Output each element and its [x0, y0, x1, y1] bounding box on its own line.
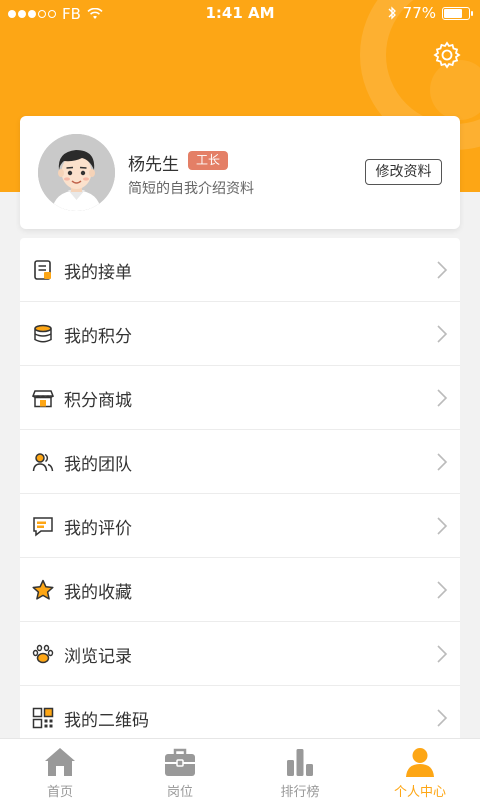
chevron-right-icon [437, 709, 448, 727]
user-name: 杨先生 [128, 155, 179, 175]
bluetooth-icon [388, 6, 396, 20]
battery-percent: 77% [402, 4, 436, 22]
menu-item-label: 我的积分 [64, 327, 132, 347]
chevron-right-icon [437, 453, 448, 471]
settings-button[interactable] [430, 38, 464, 72]
tab-bar: 首页 岗位 排行榜 个人中心 [0, 738, 480, 800]
chevron-right-icon [437, 261, 448, 279]
menu-item-label: 我的二维码 [64, 711, 149, 731]
avatar-illustration [38, 134, 115, 211]
menu-item-my-points[interactable]: 我的积分 [20, 302, 460, 366]
tab-jobs[interactable]: 岗位 [120, 739, 240, 800]
menu-item-label: 我的接单 [64, 263, 132, 283]
menu-item-browsing-history[interactable]: 浏览记录 [20, 622, 460, 686]
menu-item-label: 我的评价 [64, 519, 132, 539]
menu-item-label: 积分商城 [64, 391, 132, 411]
menu-item-my-reviews[interactable]: 我的评价 [20, 494, 460, 558]
menu-list: 我的接单 我的积分 积分商城 我的团队 我的评价 我的收藏 浏览记录 我的二维码 [20, 238, 460, 750]
home-icon [45, 748, 75, 776]
comment-icon [33, 517, 53, 537]
role-badge: 工长 [188, 151, 229, 170]
tab-label: 个人中心 [393, 785, 446, 800]
tab-label: 首页 [46, 785, 73, 800]
chevron-right-icon [437, 389, 448, 407]
status-bar: FB 1:41 AM 77% [0, 0, 480, 28]
bar-chart-icon [287, 749, 313, 776]
chevron-right-icon [437, 645, 448, 663]
store-icon [32, 390, 54, 408]
chevron-right-icon [437, 325, 448, 343]
order-icon [34, 260, 51, 280]
tab-label: 岗位 [166, 785, 193, 800]
tab-profile[interactable]: 个人中心 [360, 739, 480, 800]
user-icon [406, 748, 434, 777]
status-right: 77% [387, 4, 473, 22]
paw-icon [32, 644, 54, 664]
edit-profile-button[interactable]: 修改资料 [365, 159, 442, 185]
battery-icon [442, 6, 473, 20]
menu-item-label: 我的团队 [64, 455, 132, 475]
tab-home[interactable]: 首页 [0, 739, 120, 800]
menu-item-my-team[interactable]: 我的团队 [20, 430, 460, 494]
tab-label: 排行榜 [280, 785, 320, 800]
star-icon [32, 579, 54, 600]
briefcase-icon [165, 748, 195, 776]
coins-icon [34, 324, 52, 343]
chevron-right-icon [437, 581, 448, 599]
team-icon [32, 453, 54, 472]
user-bio: 简短的自我介绍资料 [128, 181, 254, 197]
menu-item-my-orders[interactable]: 我的接单 [20, 238, 460, 302]
battery-fill [444, 8, 463, 18]
menu-item-label: 浏览记录 [64, 647, 132, 667]
avatar[interactable] [38, 134, 115, 211]
gear-icon [433, 41, 461, 69]
menu-item-label: 我的收藏 [64, 583, 132, 603]
profile-card: 杨先生 工长 简短的自我介绍资料 修改资料 [20, 116, 460, 229]
menu-item-points-store[interactable]: 积分商城 [20, 366, 460, 430]
qrcode-icon [32, 707, 54, 729]
tab-ranking[interactable]: 排行榜 [240, 739, 360, 800]
chevron-right-icon [437, 517, 448, 535]
menu-item-my-favorites[interactable]: 我的收藏 [20, 558, 460, 622]
